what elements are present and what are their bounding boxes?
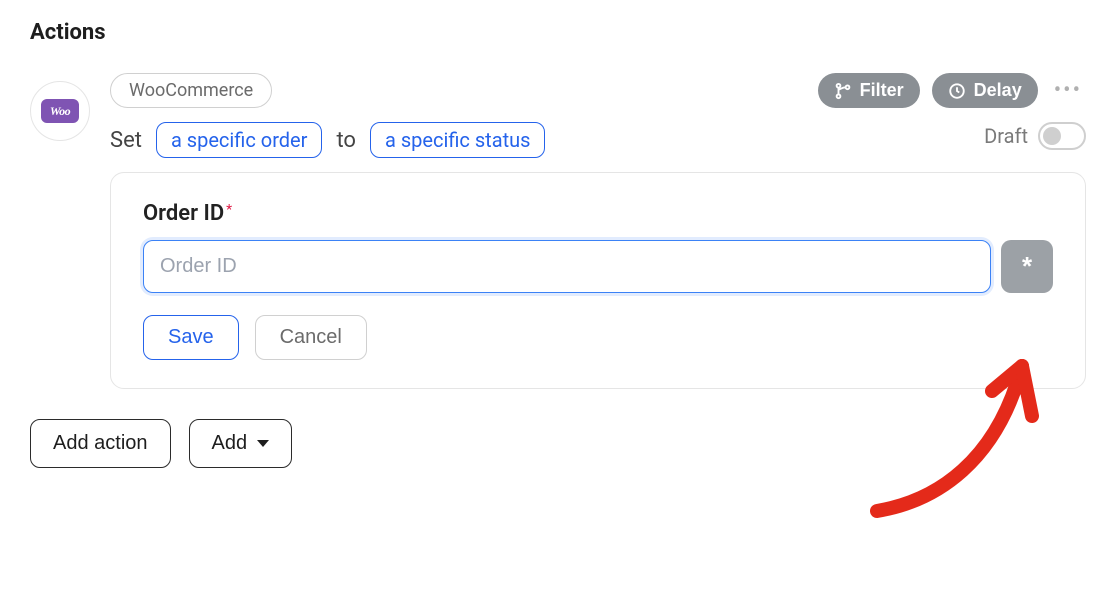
section-title: Actions [30, 20, 1086, 45]
status-token[interactable]: a specific status [370, 122, 545, 158]
field-label-wrap: Order ID* [143, 201, 1053, 240]
order-id-label: Order ID [143, 201, 224, 226]
order-id-input[interactable] [143, 240, 991, 293]
add-dropdown-button[interactable]: Add [189, 419, 293, 468]
integration-avatar: Woo [30, 81, 90, 141]
action-body: WooCommerce Filter Delay ••• Set a speci… [110, 73, 1086, 389]
required-mark: * [226, 202, 232, 218]
filter-label: Filter [860, 80, 904, 101]
save-button[interactable]: Save [143, 315, 239, 360]
add-action-button[interactable]: Add action [30, 419, 171, 468]
footer-row: Add action Add [30, 419, 1086, 468]
branch-icon [834, 82, 852, 100]
editor-button-row: Save Cancel [143, 315, 1053, 360]
chevron-down-icon [257, 440, 269, 447]
token-picker-button[interactable]: * [1001, 240, 1053, 293]
editor-card: Order ID* * Save Cancel [110, 172, 1086, 389]
more-icon[interactable]: ••• [1050, 78, 1086, 103]
delay-label: Delay [974, 80, 1022, 101]
cancel-button[interactable]: Cancel [255, 315, 367, 360]
header-row: WooCommerce Filter Delay ••• [110, 73, 1086, 108]
integration-chip[interactable]: WooCommerce [110, 73, 272, 108]
draft-label: Draft [984, 124, 1028, 148]
add-label: Add [212, 432, 248, 455]
action-block: Woo WooCommerce Filter Delay ••• Set [30, 73, 1086, 389]
order-token[interactable]: a specific order [156, 122, 323, 158]
clock-icon [948, 82, 966, 100]
filter-button[interactable]: Filter [818, 73, 920, 108]
sentence-middle: to [336, 128, 356, 153]
delay-button[interactable]: Delay [932, 73, 1038, 108]
toggle-knob [1043, 127, 1061, 145]
input-row: * [143, 240, 1053, 293]
draft-toggle[interactable] [1038, 122, 1086, 150]
sentence-prefix: Set [110, 128, 142, 153]
woocommerce-logo-icon: Woo [41, 99, 79, 123]
